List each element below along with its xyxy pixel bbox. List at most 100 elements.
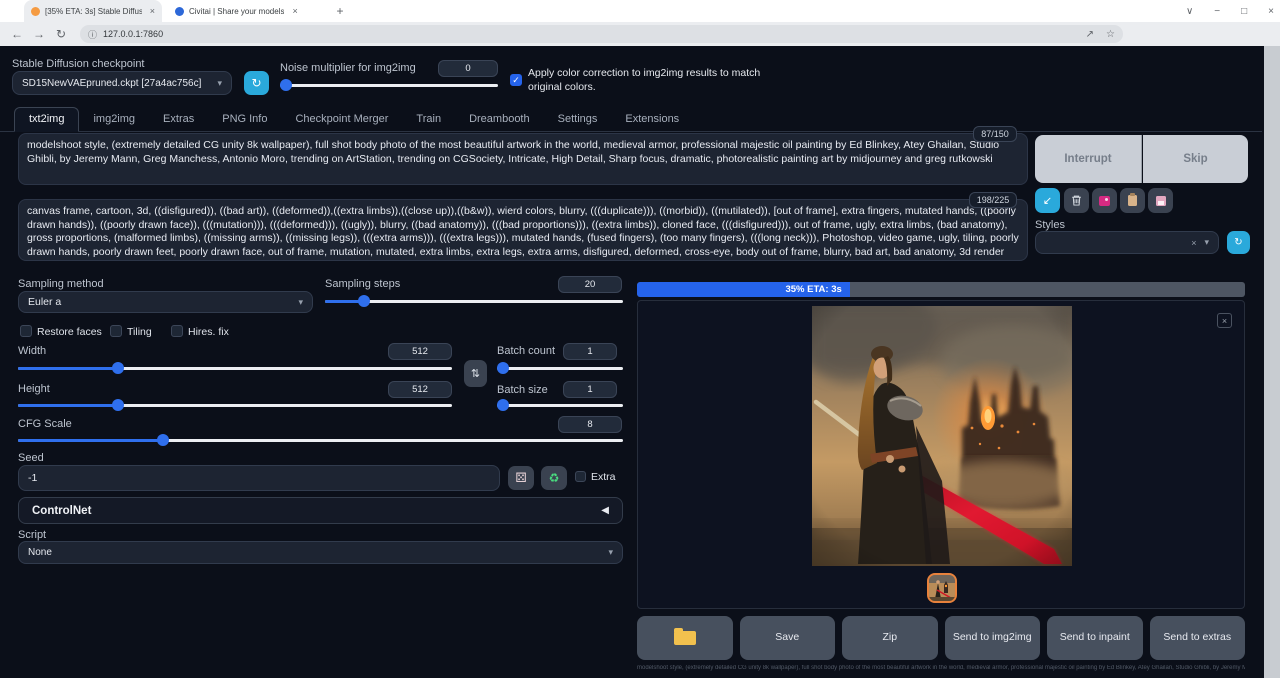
open-folder-button[interactable] bbox=[637, 616, 733, 660]
script-label: Script bbox=[18, 529, 46, 541]
trash-icon bbox=[1070, 194, 1083, 207]
chevron-down-icon: ▾ bbox=[217, 78, 222, 89]
page-scrollbar[interactable] bbox=[1264, 46, 1280, 678]
slider-handle[interactable] bbox=[358, 295, 370, 307]
send-to-extras-button[interactable]: Send to extras bbox=[1150, 616, 1246, 660]
script-dropdown[interactable]: None ▾ bbox=[18, 541, 623, 564]
back-icon[interactable]: ← bbox=[6, 27, 28, 41]
height-value[interactable]: 512 bbox=[388, 381, 452, 398]
close-gallery-icon[interactable]: × bbox=[1217, 313, 1232, 328]
bookmark-star-icon[interactable]: ☆ bbox=[1106, 29, 1115, 40]
checkpoint-label: Stable Diffusion checkpoint bbox=[12, 58, 145, 70]
slider-handle[interactable] bbox=[497, 399, 509, 411]
sampling-steps-slider[interactable] bbox=[325, 295, 623, 307]
interrupt-button[interactable]: Interrupt bbox=[1035, 135, 1142, 183]
tab-img2img[interactable]: img2img bbox=[79, 108, 149, 131]
tab-close-icon[interactable]: × bbox=[292, 6, 297, 16]
batch-count-value[interactable]: 1 bbox=[563, 343, 617, 360]
apply-styles-button[interactable] bbox=[1120, 188, 1145, 213]
slider-handle[interactable] bbox=[112, 362, 124, 374]
checkpoint-dropdown[interactable]: SD15NewVAEpruned.ckpt [27a4ac756c] ▾ bbox=[12, 71, 232, 95]
tab-txt2img[interactable]: txt2img bbox=[14, 107, 79, 132]
cfg-scale-slider[interactable] bbox=[18, 434, 623, 446]
hires-fix-checkbox[interactable] bbox=[171, 325, 183, 337]
tab-search-icon[interactable]: ∨ bbox=[1186, 6, 1193, 17]
share-icon[interactable]: ↗ bbox=[1086, 29, 1094, 40]
paste-generation-params-button[interactable]: ↙ bbox=[1035, 188, 1060, 213]
prompt-token-counter: 87/150 bbox=[973, 126, 1017, 142]
tab-dreambooth[interactable]: Dreambooth bbox=[455, 108, 544, 131]
restore-faces-label: Restore faces bbox=[37, 326, 102, 338]
noise-multiplier-slider[interactable] bbox=[280, 79, 498, 91]
forward-icon[interactable]: → bbox=[28, 27, 50, 41]
gallery-thumbnail[interactable] bbox=[927, 573, 957, 603]
tab-extras[interactable]: Extras bbox=[149, 108, 208, 131]
tab-checkpoint-merger[interactable]: Checkpoint Merger bbox=[281, 108, 402, 131]
random-seed-button[interactable]: ⚄ bbox=[508, 466, 534, 490]
generated-image[interactable] bbox=[812, 306, 1072, 566]
accordion-collapse-icon: ◀ bbox=[601, 505, 609, 516]
tab-settings[interactable]: Settings bbox=[544, 108, 612, 131]
width-value[interactable]: 512 bbox=[388, 343, 452, 360]
send-to-img2img-button[interactable]: Send to img2img bbox=[945, 616, 1041, 660]
extra-networks-card-icon bbox=[1099, 196, 1110, 206]
minimize-icon[interactable]: − bbox=[1214, 6, 1220, 17]
save-style-button[interactable] bbox=[1148, 188, 1173, 213]
browser-toolbar: ← → ↻ ⓘ 127.0.0.1:7860 ↗ ☆ ▦ ● ✦ ≡ ▯ ⋮ bbox=[0, 22, 1280, 46]
tab-close-icon[interactable]: × bbox=[150, 6, 155, 16]
maximize-icon[interactable]: □ bbox=[1241, 6, 1247, 17]
refresh-styles-button[interactable]: ↻ bbox=[1227, 231, 1250, 254]
noise-multiplier-label: Noise multiplier for img2img bbox=[280, 62, 416, 74]
tab-train[interactable]: Train bbox=[402, 108, 455, 131]
controlnet-accordion[interactable]: ControlNet ◀ bbox=[18, 497, 623, 524]
site-info-icon[interactable]: ⓘ bbox=[88, 28, 97, 41]
width-slider[interactable] bbox=[18, 362, 452, 374]
refresh-icon: ↻ bbox=[251, 76, 261, 90]
zip-button[interactable]: Zip bbox=[842, 616, 938, 660]
save-button[interactable]: Save bbox=[740, 616, 836, 660]
prompt-input[interactable]: modelshoot style, (extremely detailed CG… bbox=[18, 133, 1028, 185]
color-correction-checkbox[interactable]: ✓ bbox=[510, 74, 522, 86]
negative-prompt-input[interactable]: canvas frame, cartoon, 3d, ((disfigured)… bbox=[18, 199, 1028, 261]
send-to-inpaint-button[interactable]: Send to inpaint bbox=[1047, 616, 1143, 660]
batch-size-value[interactable]: 1 bbox=[563, 381, 617, 398]
slider-track[interactable] bbox=[497, 404, 623, 407]
tiling-checkbox[interactable] bbox=[110, 325, 122, 337]
sampling-method-dropdown[interactable]: Euler a ▾ bbox=[18, 291, 313, 313]
clear-styles-icon[interactable]: × bbox=[1191, 238, 1196, 248]
extra-seed-checkbox[interactable] bbox=[575, 471, 586, 482]
cfg-scale-value[interactable]: 8 bbox=[558, 416, 622, 433]
check-icon: ✓ bbox=[512, 75, 520, 85]
slider-handle[interactable] bbox=[157, 434, 169, 446]
restore-faces-checkbox[interactable] bbox=[20, 325, 32, 337]
seed-input[interactable]: -1 bbox=[18, 465, 500, 491]
slider-handle[interactable] bbox=[497, 362, 509, 374]
refresh-checkpoint-button[interactable]: ↻ bbox=[244, 71, 269, 95]
batch-size-slider[interactable] bbox=[497, 399, 623, 411]
browser-tab-stable-diffusion[interactable]: [35% ETA: 3s] Stable Diffusion × bbox=[24, 0, 162, 22]
tab-png-info[interactable]: PNG Info bbox=[208, 108, 281, 131]
reuse-seed-button[interactable]: ♻ bbox=[541, 466, 567, 490]
skip-button[interactable]: Skip bbox=[1143, 135, 1248, 183]
height-slider[interactable] bbox=[18, 399, 452, 411]
slider-track[interactable] bbox=[280, 84, 498, 87]
reload-icon[interactable]: ↻ bbox=[50, 27, 72, 41]
extra-networks-button[interactable] bbox=[1092, 188, 1117, 213]
swap-dimensions-button[interactable]: ⇅ bbox=[464, 360, 487, 387]
browser-tab-civitai[interactable]: Civitai | Share your models × bbox=[168, 0, 323, 22]
address-bar[interactable]: ⓘ 127.0.0.1:7860 ↗ ☆ bbox=[80, 25, 1123, 43]
close-icon[interactable]: × bbox=[1268, 6, 1274, 17]
slider-handle[interactable] bbox=[112, 399, 124, 411]
clear-prompt-button[interactable] bbox=[1064, 188, 1089, 213]
new-tab-button[interactable]: + bbox=[332, 3, 348, 19]
progress-text: 35% ETA: 3s bbox=[785, 284, 841, 295]
styles-dropdown[interactable]: × ▾ bbox=[1035, 231, 1219, 254]
sampling-steps-value[interactable]: 20 bbox=[558, 276, 622, 293]
slider-handle[interactable] bbox=[280, 79, 292, 91]
noise-multiplier-value[interactable]: 0 bbox=[438, 60, 498, 77]
slider-track[interactable] bbox=[497, 367, 623, 370]
controlnet-title: ControlNet bbox=[32, 505, 91, 517]
tab-extensions[interactable]: Extensions bbox=[611, 108, 693, 131]
batch-count-slider[interactable] bbox=[497, 362, 623, 374]
clipboard-icon bbox=[1128, 195, 1137, 206]
